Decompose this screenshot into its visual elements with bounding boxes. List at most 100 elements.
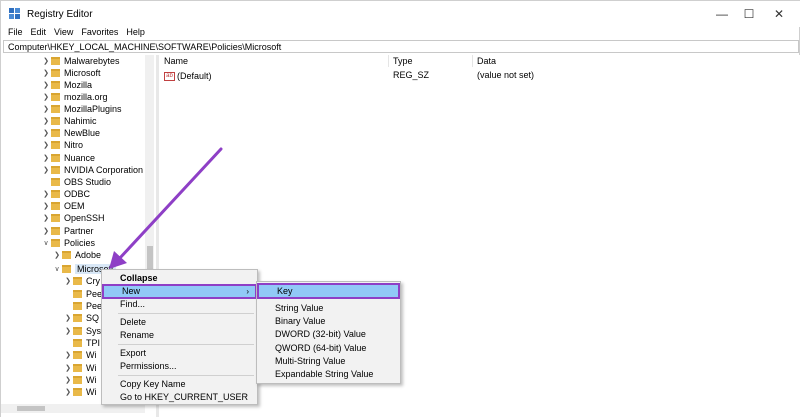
- tree-item[interactable]: ❯ Partner: [41, 225, 94, 237]
- chevron-right-icon[interactable]: ❯: [41, 154, 51, 162]
- chevron-right-icon[interactable]: ❯: [41, 81, 51, 89]
- submenu-item-qword-value[interactable]: QWORD (64-bit) Value: [257, 342, 400, 355]
- tree-item[interactable]: ❯ OpenSSH: [41, 212, 104, 224]
- chevron-right-icon[interactable]: ❯: [41, 69, 51, 77]
- menu-favorites[interactable]: Favorites: [81, 27, 118, 39]
- chevron-right-icon[interactable]: ❯: [41, 141, 51, 149]
- chevron-right-icon[interactable]: ❯: [52, 251, 62, 259]
- submenu-item-key[interactable]: Key: [257, 283, 400, 299]
- chevron-right-icon[interactable]: ❯: [41, 202, 51, 210]
- folder-icon: [62, 251, 71, 259]
- column-header-name[interactable]: Name: [164, 56, 188, 66]
- tree-item[interactable]: ❯ Nuance: [41, 152, 95, 164]
- chevron-right-icon[interactable]: ❯: [41, 227, 51, 235]
- tree-item-label: OBS Studio: [64, 177, 112, 187]
- chevron-right-icon[interactable]: ❯: [41, 93, 51, 101]
- address-bar[interactable]: Computer\HKEY_LOCAL_MACHINE\SOFTWARE\Pol…: [3, 40, 799, 53]
- submenu-item-multi-string-value[interactable]: Multi-String Value: [257, 355, 400, 368]
- chevron-right-icon[interactable]: ❯: [63, 388, 73, 396]
- menu-file[interactable]: File: [8, 27, 23, 39]
- folder-icon: [51, 129, 60, 137]
- submenu-item-binary-value[interactable]: Binary Value: [257, 315, 400, 328]
- tree-item[interactable]: Pee: [63, 300, 102, 312]
- folder-icon: [73, 314, 82, 322]
- maximize-button[interactable]: ☐: [734, 1, 764, 27]
- tree-item[interactable]: TPI: [63, 337, 100, 349]
- column-separator[interactable]: [472, 55, 473, 67]
- submenu-item-expandable-string-value[interactable]: Expandable String Value: [257, 368, 400, 381]
- tree-item[interactable]: ❯ NVIDIA Corporation: [41, 164, 143, 176]
- menu-item-rename[interactable]: Rename: [102, 329, 257, 342]
- chevron-right-icon[interactable]: ❯: [63, 327, 73, 335]
- tree-item[interactable]: ❯ Wi: [63, 349, 96, 361]
- chevron-right-icon[interactable]: ❯: [63, 376, 73, 384]
- menu-item-delete[interactable]: Delete: [102, 316, 257, 329]
- tree-item[interactable]: ❯ SQ: [63, 312, 99, 324]
- folder-icon: [51, 190, 60, 198]
- menu-help[interactable]: Help: [126, 27, 145, 39]
- tree-hscrollbar-thumb[interactable]: [17, 406, 45, 411]
- close-button[interactable]: ✕: [764, 1, 794, 27]
- tree-item[interactable]: ❯ Sys: [63, 325, 101, 337]
- tree-item[interactable]: ❯ Nahimic: [41, 115, 97, 127]
- chevron-right-icon[interactable]: ❯: [63, 364, 73, 372]
- tree-item[interactable]: ❯ Malwarebytes: [41, 55, 119, 67]
- tree-item[interactable]: ❯ Mozilla: [41, 79, 92, 91]
- tree-item-label: Nahimic: [64, 116, 97, 126]
- chevron-right-icon[interactable]: ❯: [41, 105, 51, 113]
- tree-item[interactable]: ❯ Nitro: [41, 139, 83, 151]
- chevron-right-icon[interactable]: ❯: [63, 314, 73, 322]
- value-row-default[interactable]: ab (Default): [164, 70, 212, 82]
- tree-item[interactable]: ❯ NewBlue: [41, 127, 100, 139]
- menu-item-export[interactable]: Export: [102, 347, 257, 360]
- tree-item[interactable]: ❯ Wi: [63, 374, 96, 386]
- menu-item-new[interactable]: New ›: [102, 284, 257, 299]
- tree-item[interactable]: ❯ Cry: [63, 275, 100, 287]
- tree-item[interactable]: ❯ OEM: [41, 200, 84, 212]
- menu-view[interactable]: View: [54, 27, 73, 39]
- chevron-right-icon[interactable]: ❯: [41, 214, 51, 222]
- menu-edit[interactable]: Edit: [31, 27, 47, 39]
- registry-app-icon: [9, 8, 20, 19]
- tree-item[interactable]: Pee: [63, 288, 102, 300]
- tree-item[interactable]: ❯ mozilla.org: [41, 91, 107, 103]
- menu-separator: [118, 344, 254, 345]
- tree-item-label: Mozilla: [64, 80, 93, 90]
- submenu-item-string-value[interactable]: String Value: [257, 302, 400, 315]
- menu-item-permissions[interactable]: Permissions...: [102, 360, 257, 373]
- tree-item-label: Partner: [64, 226, 94, 236]
- submenu-item-dword-value[interactable]: DWORD (32-bit) Value: [257, 328, 400, 341]
- column-header-type[interactable]: Type: [393, 56, 413, 66]
- tree-item[interactable]: ❯ ODBC: [41, 188, 90, 200]
- folder-icon: [51, 81, 60, 89]
- tree-item[interactable]: ❯ Adobe: [52, 249, 101, 261]
- folder-icon: [73, 327, 82, 335]
- tree-item-label: NewBlue: [64, 128, 101, 138]
- chevron-right-icon[interactable]: ❯: [41, 129, 51, 137]
- column-separator[interactable]: [388, 55, 389, 67]
- tree-item[interactable]: ∨ Policies: [41, 237, 95, 249]
- column-header-data[interactable]: Data: [477, 56, 496, 66]
- tree-item[interactable]: ❯ Microsoft: [41, 67, 100, 79]
- chevron-right-icon[interactable]: ❯: [41, 190, 51, 198]
- folder-icon: [73, 290, 82, 298]
- tree-item[interactable]: ❯ Wi: [63, 362, 97, 374]
- menu-item-copy-key-name[interactable]: Copy Key Name: [102, 378, 257, 391]
- tree-item[interactable]: OBS Studio: [41, 176, 111, 188]
- chevron-down-icon[interactable]: ∨: [52, 265, 62, 273]
- tree-item[interactable]: ❯ Wi: [63, 386, 96, 398]
- folder-icon: [73, 302, 82, 310]
- chevron-right-icon[interactable]: ❯: [41, 57, 51, 65]
- folder-icon: [51, 117, 60, 125]
- tree-item[interactable]: ❯ MozillaPlugins: [41, 103, 121, 115]
- folder-icon: [51, 141, 60, 149]
- chevron-right-icon[interactable]: ❯: [63, 277, 73, 285]
- tree-item-label: Wi: [86, 363, 97, 373]
- chevron-down-icon[interactable]: ∨: [41, 239, 51, 247]
- chevron-right-icon[interactable]: ❯: [41, 166, 51, 174]
- menu-item-find[interactable]: Find...: [102, 298, 257, 311]
- menu-item-go-to-hkcu[interactable]: Go to HKEY_CURRENT_USER: [102, 391, 257, 404]
- minimize-button[interactable]: —: [707, 1, 737, 27]
- chevron-right-icon[interactable]: ❯: [63, 351, 73, 359]
- chevron-right-icon[interactable]: ❯: [41, 117, 51, 125]
